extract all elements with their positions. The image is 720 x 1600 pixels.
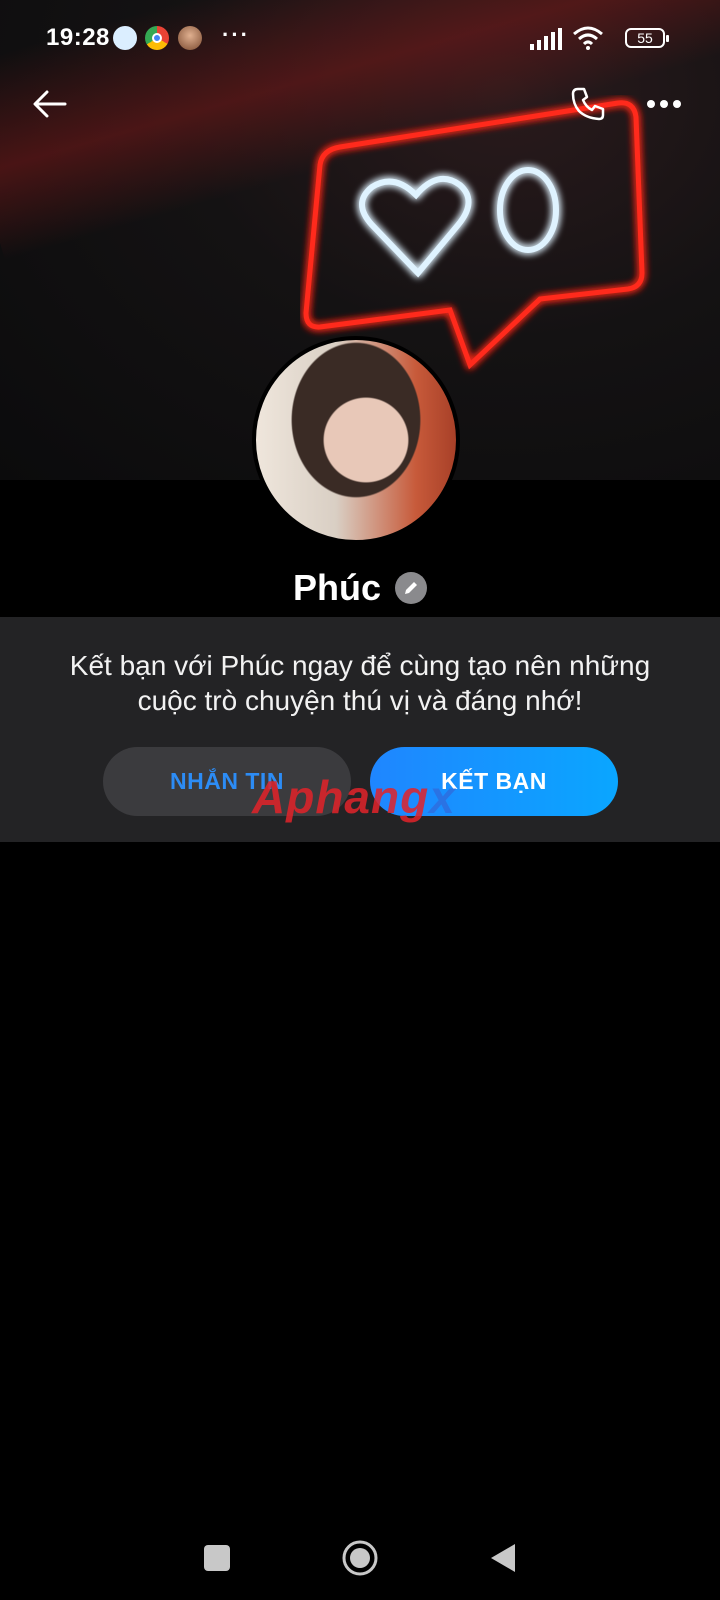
edit-name-button[interactable] (395, 572, 427, 604)
back-arrow-icon (33, 90, 67, 118)
system-back-button[interactable] (489, 1542, 517, 1579)
friend-prompt-message: Kết bạn với Phúc ngay để cùng tạo nên nh… (69, 650, 651, 716)
game-app-icon (178, 26, 202, 50)
phone-icon (571, 87, 605, 121)
profile-avatar[interactable] (252, 336, 460, 544)
status-bar: 19:28 ··· 55 (0, 0, 720, 80)
home-button[interactable] (341, 1539, 379, 1582)
back-button[interactable] (20, 74, 80, 134)
profile-name-row: Phúc (0, 558, 720, 618)
more-options-icon (647, 100, 681, 108)
system-navigation-bar (0, 1520, 720, 1600)
call-button[interactable] (558, 74, 618, 134)
signal-icon (530, 28, 562, 50)
watermark-part2: x (429, 771, 456, 823)
alarm-app-icon (113, 26, 137, 50)
watermark-part1: Aphang (252, 771, 430, 823)
chrome-icon (145, 26, 169, 50)
more-notifications-icon: ··· (222, 22, 250, 47)
watermark-logo: Aphangx (252, 770, 456, 824)
home-circle-icon (342, 1540, 378, 1575)
status-time: 19:28 (46, 24, 110, 51)
wifi-icon (573, 26, 603, 50)
profile-name: Phúc (292, 567, 381, 608)
edit-pencil-icon (405, 582, 417, 594)
more-options-button[interactable] (634, 74, 694, 134)
back-triangle-icon (491, 1543, 515, 1572)
battery-indicator: 55 (625, 28, 669, 48)
home-square-icon (204, 1544, 230, 1571)
recents-button[interactable] (203, 1544, 231, 1577)
